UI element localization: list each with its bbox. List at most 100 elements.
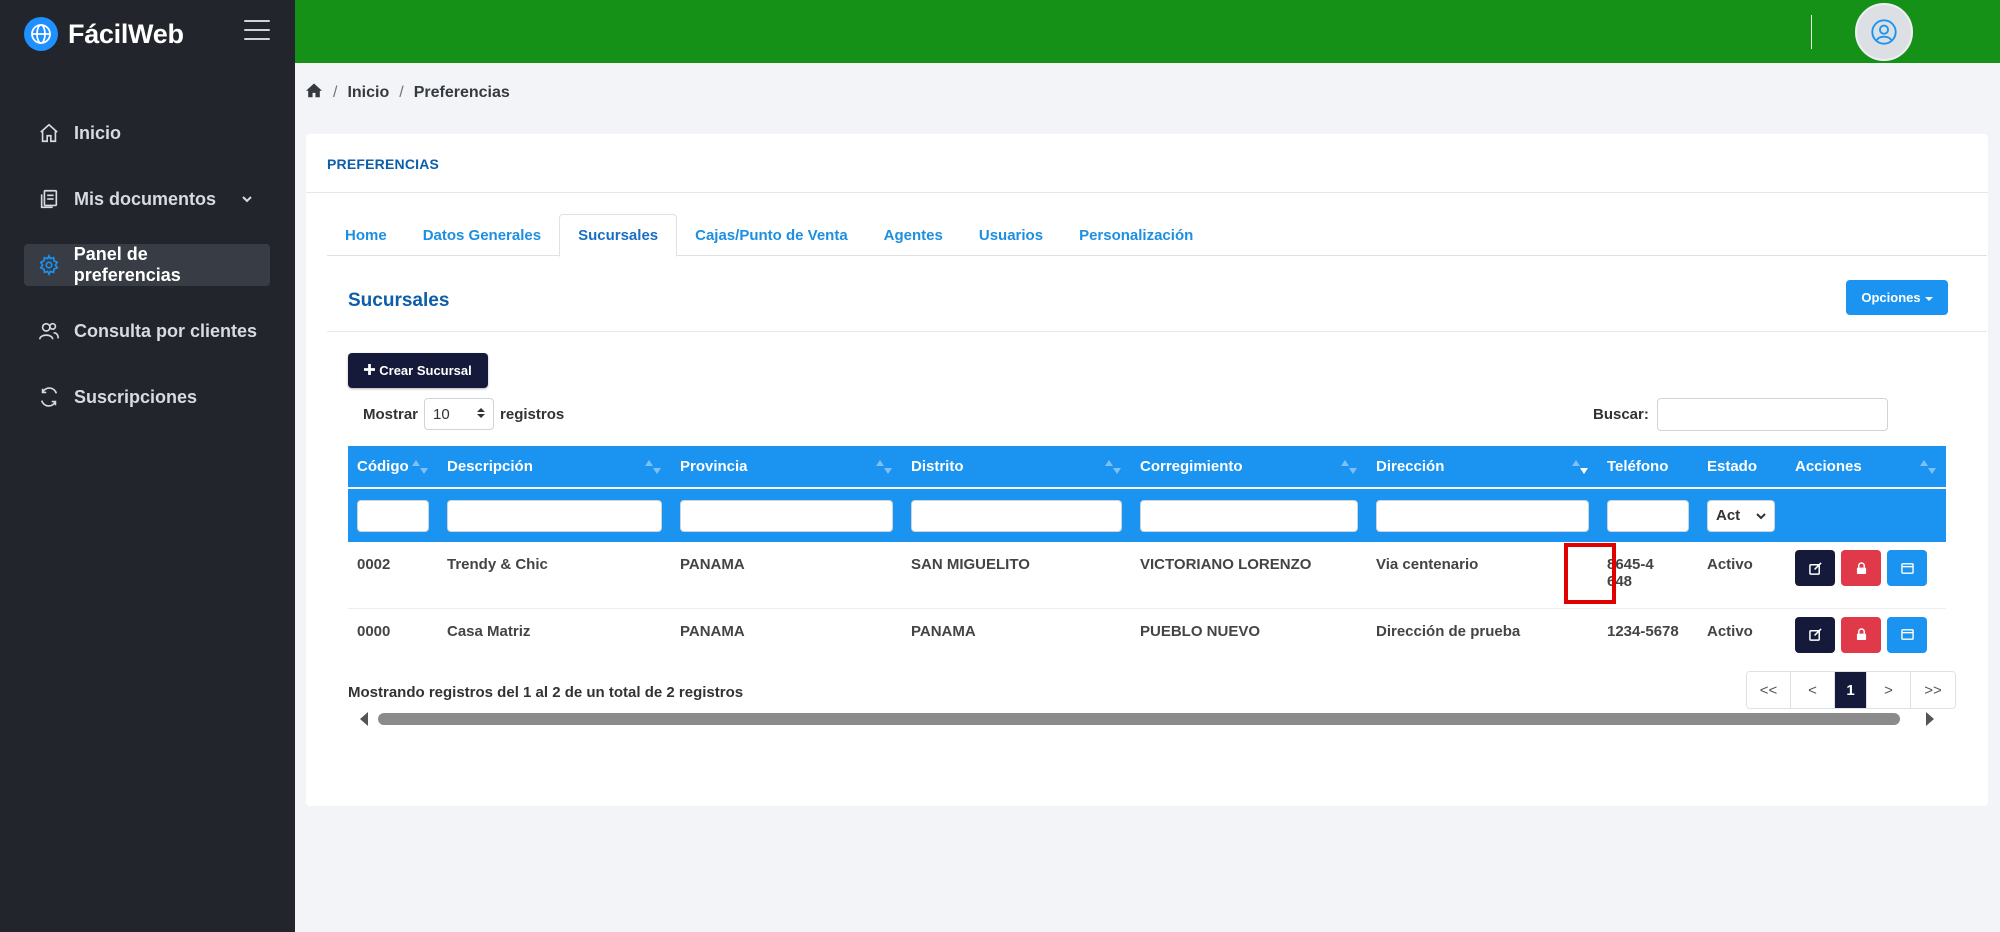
documents-icon <box>36 186 62 212</box>
edit-icon <box>1808 561 1822 575</box>
lock-button[interactable] <box>1841 616 1881 653</box>
edit-button[interactable] <box>1795 616 1835 653</box>
column-header-provincia[interactable]: Provincia <box>671 446 902 489</box>
sort-icon <box>1920 460 1936 474</box>
cell-codigo: 0000 <box>357 622 391 640</box>
column-header-codigo[interactable]: Código <box>348 446 438 489</box>
users-icon <box>36 318 62 344</box>
user-avatar[interactable] <box>1855 3 1913 61</box>
tab-usuarios[interactable]: Usuarios <box>961 214 1061 256</box>
filter-distrito-input[interactable] <box>911 499 1122 532</box>
search: Buscar: <box>1593 398 1888 431</box>
edit-button[interactable] <box>1795 550 1835 586</box>
page-next[interactable]: > <box>1867 672 1911 708</box>
sort-desc-icon <box>1572 460 1588 474</box>
column-label: Corregimiento <box>1140 458 1243 475</box>
sort-icon <box>412 460 428 474</box>
sidebar-nav: Inicio Mis documentos Panel de preferenc… <box>24 112 270 442</box>
window-icon <box>1900 629 1914 640</box>
column-header-direccion[interactable]: Dirección <box>1367 446 1598 489</box>
column-label: Descripción <box>447 458 533 475</box>
tab-datos-generales[interactable]: Datos Generales <box>405 214 559 256</box>
card-title: PREFERENCIAS <box>327 156 440 172</box>
column-header-descripcion[interactable]: Descripción <box>438 446 671 489</box>
filter-descripcion-input[interactable] <box>447 499 662 532</box>
length-suffix: registros <box>500 405 565 423</box>
cell-codigo: 0002 <box>348 542 438 609</box>
table-row: 0000 Casa Matriz PANAMA PANAMA PUEBLO NU… <box>348 608 1946 666</box>
globe-icon <box>24 17 58 51</box>
filter-estado-value: Act <box>1716 507 1741 524</box>
horizontal-scrollbar[interactable] <box>348 712 1946 726</box>
sort-icon <box>1341 460 1357 474</box>
tab-sucursales[interactable]: Sucursales <box>559 214 678 257</box>
options-label: Opciones <box>1861 290 1921 305</box>
column-header-estado[interactable]: Estado <box>1698 446 1786 489</box>
page-first[interactable]: << <box>1747 672 1791 708</box>
sidebar: FácilWeb Inicio Mis documentos Panel de … <box>0 0 295 932</box>
scroll-right-arrow[interactable] <box>1926 712 1934 726</box>
sidebar-item-consulta-clientes[interactable]: Consulta por clientes <box>24 310 270 352</box>
options-button[interactable]: Opciones <box>1846 280 1948 315</box>
filter-telefono-input[interactable] <box>1607 499 1689 532</box>
column-header-distrito[interactable]: Distrito <box>902 446 1131 489</box>
page-length-select[interactable]: 10 <box>424 398 495 430</box>
brand-name: FácilWeb <box>68 18 184 49</box>
filter-provincia-input[interactable] <box>680 499 893 532</box>
view-button[interactable] <box>1887 616 1927 653</box>
column-header-telefono[interactable]: Teléfono <box>1598 446 1698 489</box>
length-prefix: Mostrar <box>363 405 419 423</box>
table-info: Mostrando registros del 1 al 2 de un tot… <box>348 684 744 701</box>
cell-estado: Activo <box>1698 542 1786 609</box>
search-input[interactable] <box>1656 398 1888 431</box>
search-label: Buscar: <box>1593 406 1649 423</box>
cell-descripcion: Casa Matriz <box>447 622 531 640</box>
cell-direccion: Dirección de prueba <box>1376 622 1521 640</box>
view-button[interactable] <box>1887 550 1927 586</box>
breadcrumb: / Inicio / Preferencias <box>305 82 510 103</box>
filter-corregimiento-input[interactable] <box>1140 499 1358 532</box>
page-current[interactable]: 1 <box>1835 672 1867 708</box>
scroll-left-arrow[interactable] <box>360 712 368 726</box>
page-length: Mostrar 10 registros <box>363 398 564 430</box>
cell-distrito: PANAMA <box>911 622 976 640</box>
gear-icon <box>36 252 62 278</box>
page-prev[interactable]: < <box>1791 672 1835 708</box>
filter-estado-select[interactable]: Act <box>1707 499 1775 532</box>
create-branch-label: Crear Sucursal <box>379 363 472 378</box>
brand[interactable]: FácilWeb <box>24 16 184 52</box>
column-label: Código <box>357 458 409 475</box>
column-header-acciones[interactable]: Acciones <box>1786 446 1946 489</box>
window-icon <box>1900 562 1914 574</box>
divider <box>306 192 1988 193</box>
tab-cajas[interactable]: Cajas/Punto de Venta <box>677 214 866 256</box>
cell-provincia: PANAMA <box>671 542 902 609</box>
tab-home[interactable]: Home <box>327 214 405 256</box>
menu-toggle-icon[interactable] <box>244 20 270 40</box>
lock-button[interactable] <box>1841 550 1881 586</box>
cell-telefono: 1234-5678 <box>1607 622 1679 640</box>
home-icon[interactable] <box>305 82 323 103</box>
cell-direccion: Via centenario <box>1367 542 1598 609</box>
edit-icon <box>1808 628 1822 641</box>
page-last[interactable]: >> <box>1911 672 1955 708</box>
sidebar-item-label: Inicio <box>74 122 122 143</box>
tab-personalizacion[interactable]: Personalización <box>1061 214 1211 256</box>
column-label: Provincia <box>680 458 748 475</box>
refresh-icon <box>36 384 62 410</box>
filter-direccion-input[interactable] <box>1376 499 1589 532</box>
sidebar-item-panel-preferencias[interactable]: Panel de preferencias <box>24 244 270 286</box>
sidebar-item-inicio[interactable]: Inicio <box>24 112 270 154</box>
scrollbar-thumb[interactable] <box>378 713 1900 725</box>
sidebar-item-suscripciones[interactable]: Suscripciones <box>24 376 270 418</box>
breadcrumb-inicio[interactable]: Inicio <box>347 84 389 102</box>
sidebar-item-mis-documentos[interactable]: Mis documentos <box>24 178 270 220</box>
filter-codigo-input[interactable] <box>357 499 429 532</box>
column-header-corregimiento[interactable]: Corregimiento <box>1131 446 1367 489</box>
create-branch-button[interactable]: Crear Sucursal <box>348 353 488 388</box>
cell-descripcion: Trendy & Chic <box>438 542 671 609</box>
plus-icon <box>364 363 376 378</box>
column-label: Estado <box>1707 458 1758 475</box>
tab-agentes[interactable]: Agentes <box>866 214 961 256</box>
preferences-card: PREFERENCIAS Home Datos Generales Sucurs… <box>306 134 1988 806</box>
